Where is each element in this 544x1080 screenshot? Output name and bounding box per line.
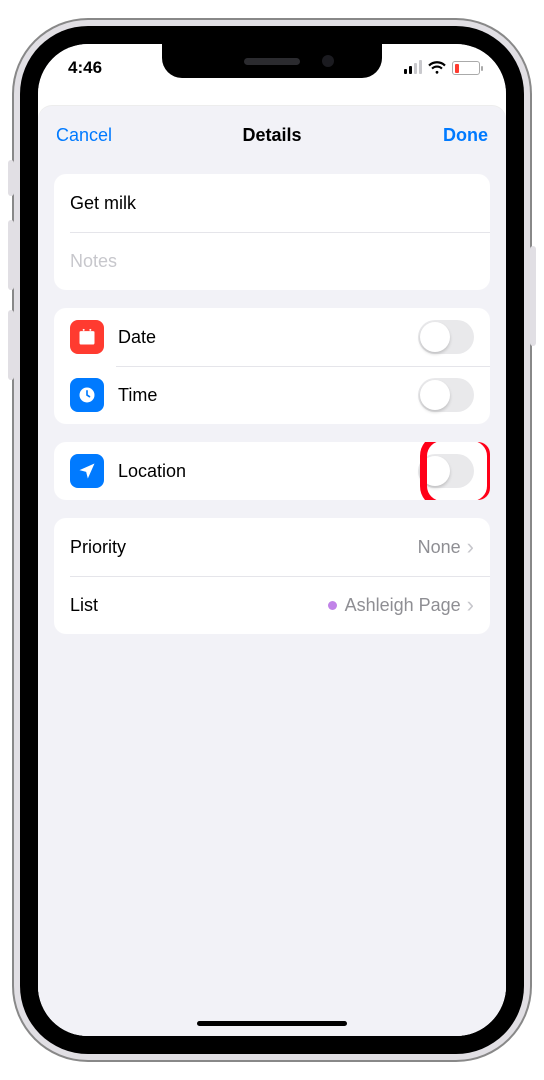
- date-label: Date: [118, 327, 418, 348]
- phone-frame: 4:46 Cancel Details Done: [14, 20, 530, 1060]
- front-camera: [322, 55, 334, 67]
- done-button[interactable]: Done: [302, 125, 488, 146]
- notch: [162, 44, 382, 78]
- list-value: Ashleigh Page: [328, 595, 461, 616]
- speaker-grille: [244, 58, 300, 65]
- list-row[interactable]: List Ashleigh Page ›: [54, 576, 490, 634]
- priority-row[interactable]: Priority None ›: [54, 518, 490, 576]
- time-toggle[interactable]: [418, 378, 474, 412]
- chevron-right-icon: ›: [467, 534, 474, 560]
- nav-bar: Cancel Details Done: [38, 106, 506, 164]
- location-row[interactable]: Location: [54, 442, 490, 500]
- battery-icon: [452, 61, 480, 75]
- location-label: Location: [118, 461, 418, 482]
- location-toggle[interactable]: [418, 454, 474, 488]
- list-label: List: [70, 595, 328, 616]
- volume-up-button: [8, 220, 14, 290]
- chevron-right-icon: ›: [467, 592, 474, 618]
- volume-down-button: [8, 310, 14, 380]
- clock-icon: [70, 378, 104, 412]
- time-label: Time: [118, 385, 418, 406]
- time-row[interactable]: Time: [54, 366, 490, 424]
- location-icon: [70, 454, 104, 488]
- notes-field[interactable]: Notes: [70, 251, 474, 272]
- date-time-card: Date Time: [54, 308, 490, 424]
- title-field[interactable]: Get milk: [70, 193, 474, 214]
- cancel-button[interactable]: Cancel: [56, 125, 242, 146]
- power-button: [530, 246, 536, 346]
- page-title: Details: [242, 125, 301, 146]
- silent-switch: [8, 160, 14, 196]
- list-color-icon: [328, 601, 337, 610]
- priority-label: Priority: [70, 537, 418, 558]
- calendar-icon: [70, 320, 104, 354]
- cellular-icon: [404, 62, 422, 74]
- status-time: 4:46: [68, 58, 102, 78]
- priority-value: None: [418, 537, 461, 558]
- title-row: Get milk: [54, 174, 490, 232]
- wifi-icon: [428, 61, 446, 75]
- date-row[interactable]: Date: [54, 308, 490, 366]
- location-card: Location: [54, 442, 490, 500]
- home-indicator[interactable]: [197, 1021, 347, 1026]
- title-notes-card: Get milk Notes: [54, 174, 490, 290]
- notes-row: Notes: [54, 232, 490, 290]
- details-sheet: Cancel Details Done Get milk Notes: [38, 106, 506, 1036]
- priority-list-card: Priority None › List Ashleigh Page ›: [54, 518, 490, 634]
- date-toggle[interactable]: [418, 320, 474, 354]
